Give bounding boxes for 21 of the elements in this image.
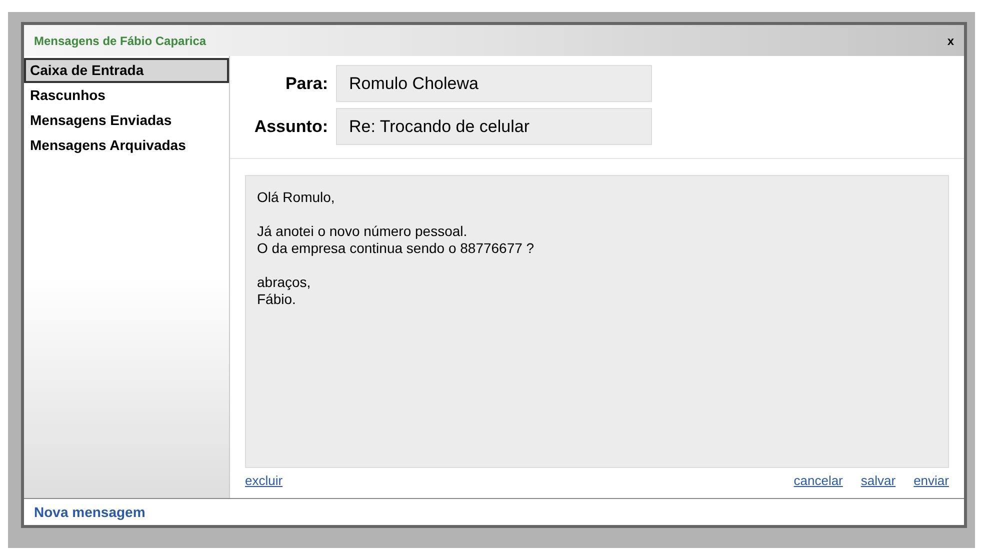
sidebar-item[interactable]: Rascunhos [24,83,229,108]
sidebar-item[interactable]: Mensagens Arquivadas [24,133,229,158]
message-line: abraços, [257,274,312,291]
action-link[interactable]: excluir [245,471,283,491]
action-link[interactable]: salvar [860,471,896,491]
message-line: Já anotei o novo número pessoal. [257,223,468,240]
message-body[interactable]: Olá Romulo, Já anotei o novo número pessoal. O da empresa continua sendo o 88776677 ? abraços, Fábio. [245,175,949,468]
message-line: Olá Romulo, [257,189,336,206]
field-label: Assunto: [253,116,328,138]
new-message-link[interactable]: Nova mensagem [34,502,146,522]
sidebar-item[interactable]: Mensagens Enviadas [24,108,229,133]
close-button[interactable]: x [947,32,954,50]
message-line: Fábio. [257,291,297,308]
field-input[interactable]: Re: Trocando de celular [336,108,652,145]
window-title: Mensagens de Fábio Caparica [34,32,206,50]
field-input[interactable]: Romulo Cholewa [336,65,652,102]
action-link[interactable]: cancelar [794,471,843,491]
field-label: Para: [284,72,328,95]
action-link[interactable]: enviar [914,471,949,491]
message-line: O da empresa continua sendo o 88776677 ? [257,240,536,257]
sidebar-item[interactable]: Caixa de Entrada [24,58,229,83]
